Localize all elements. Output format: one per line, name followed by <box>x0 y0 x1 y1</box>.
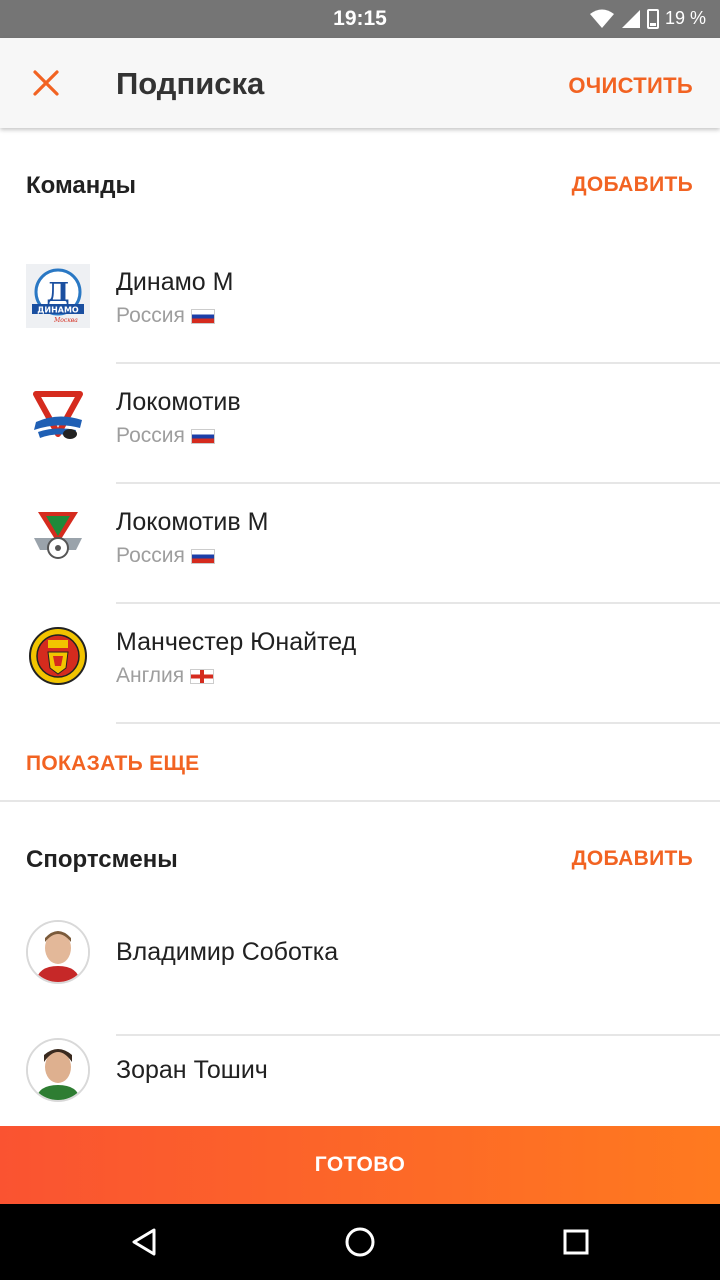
battery-percent: 19 % <box>664 8 706 28</box>
team-name: Локомотив М <box>116 508 269 536</box>
player-photo <box>28 922 88 982</box>
page-title: Подписка <box>116 66 265 101</box>
team-country: Россия <box>116 544 215 568</box>
battery-icon <box>646 8 659 29</box>
show-more-button[interactable]: ПОКАЗАТЬ ЕЩЕ <box>26 752 199 776</box>
show-more-row: ПОКАЗАТЬ ЕЩЕ <box>0 724 720 802</box>
player-photo <box>28 1040 88 1100</box>
lokomotiv-hockey-logo <box>33 391 83 439</box>
app-bar: Подписка ОЧИСТИТЬ <box>0 38 720 128</box>
athlete-row[interactable]: Владимир Соботка <box>0 918 720 1036</box>
subscription-list[interactable]: Команды ДОБАВИТЬ Д ДИНАМО Москва Динамо … <box>0 128 720 1126</box>
team-country-label: Россия <box>116 304 185 327</box>
athletes-section-header: Спортсмены ДОБАВИТЬ <box>0 802 720 918</box>
svg-text:Москва: Москва <box>53 317 78 324</box>
team-row[interactable]: Локомотив М Россия <box>0 484 720 604</box>
svg-text:Д: Д <box>46 278 69 308</box>
player-avatar <box>26 1038 90 1102</box>
england-flag-icon <box>190 668 215 684</box>
team-country-label: Россия <box>116 544 185 567</box>
team-country: Россия <box>116 424 215 448</box>
athlete-name: Владимир Соботка <box>116 938 339 966</box>
lokomotiv-moscow-logo <box>34 512 82 559</box>
team-row[interactable]: Д ДИНАМО Москва Динамо М Россия <box>0 244 720 364</box>
clear-button[interactable]: ОЧИСТИТЬ <box>568 73 693 99</box>
team-country: Россия <box>116 304 215 328</box>
team-country-label: Англия <box>116 664 185 687</box>
russia-flag-icon <box>190 308 215 324</box>
back-icon[interactable] <box>126 1224 162 1260</box>
close-icon[interactable] <box>26 63 66 103</box>
manchester-united-logo <box>29 627 87 685</box>
player-avatar <box>26 920 90 984</box>
cell-signal-icon <box>621 9 640 28</box>
team-name: Динамо М <box>116 268 234 296</box>
russia-flag-icon <box>190 548 215 564</box>
team-country: Англия <box>116 664 215 688</box>
system-nav-bar <box>0 1204 720 1280</box>
add-team-button[interactable]: ДОБАВИТЬ <box>572 173 693 197</box>
status-icons: 19 % <box>589 8 706 29</box>
team-row[interactable]: Локомотив Россия <box>0 364 720 484</box>
recents-icon[interactable] <box>558 1224 594 1260</box>
done-button[interactable]: ГОТОВО <box>0 1126 720 1204</box>
team-name: Локомотив <box>116 388 241 416</box>
team-country-label: Россия <box>116 424 185 447</box>
status-bar: 19:15 19 % <box>0 0 720 38</box>
athlete-row[interactable]: Зоран Тошич <box>0 1036 720 1126</box>
wifi-icon <box>589 9 614 28</box>
teams-section-header: Команды ДОБАВИТЬ <box>0 128 720 244</box>
teams-section-title: Команды <box>26 172 137 199</box>
athletes-section-title: Спортсмены <box>26 846 178 873</box>
add-athlete-button[interactable]: ДОБАВИТЬ <box>572 847 693 871</box>
team-name: Манчестер Юнайтед <box>116 628 357 656</box>
svg-text:ДИНАМО: ДИНАМО <box>37 306 79 315</box>
home-icon[interactable] <box>342 1224 378 1260</box>
dynamo-moscow-logo: Д ДИНАМО Москва <box>26 264 90 328</box>
athlete-name: Зоран Тошич <box>116 1056 268 1084</box>
team-row[interactable]: Манчестер Юнайтед Англия <box>0 604 720 724</box>
russia-flag-icon <box>190 428 215 444</box>
done-button-label: ГОТОВО <box>314 1153 406 1176</box>
